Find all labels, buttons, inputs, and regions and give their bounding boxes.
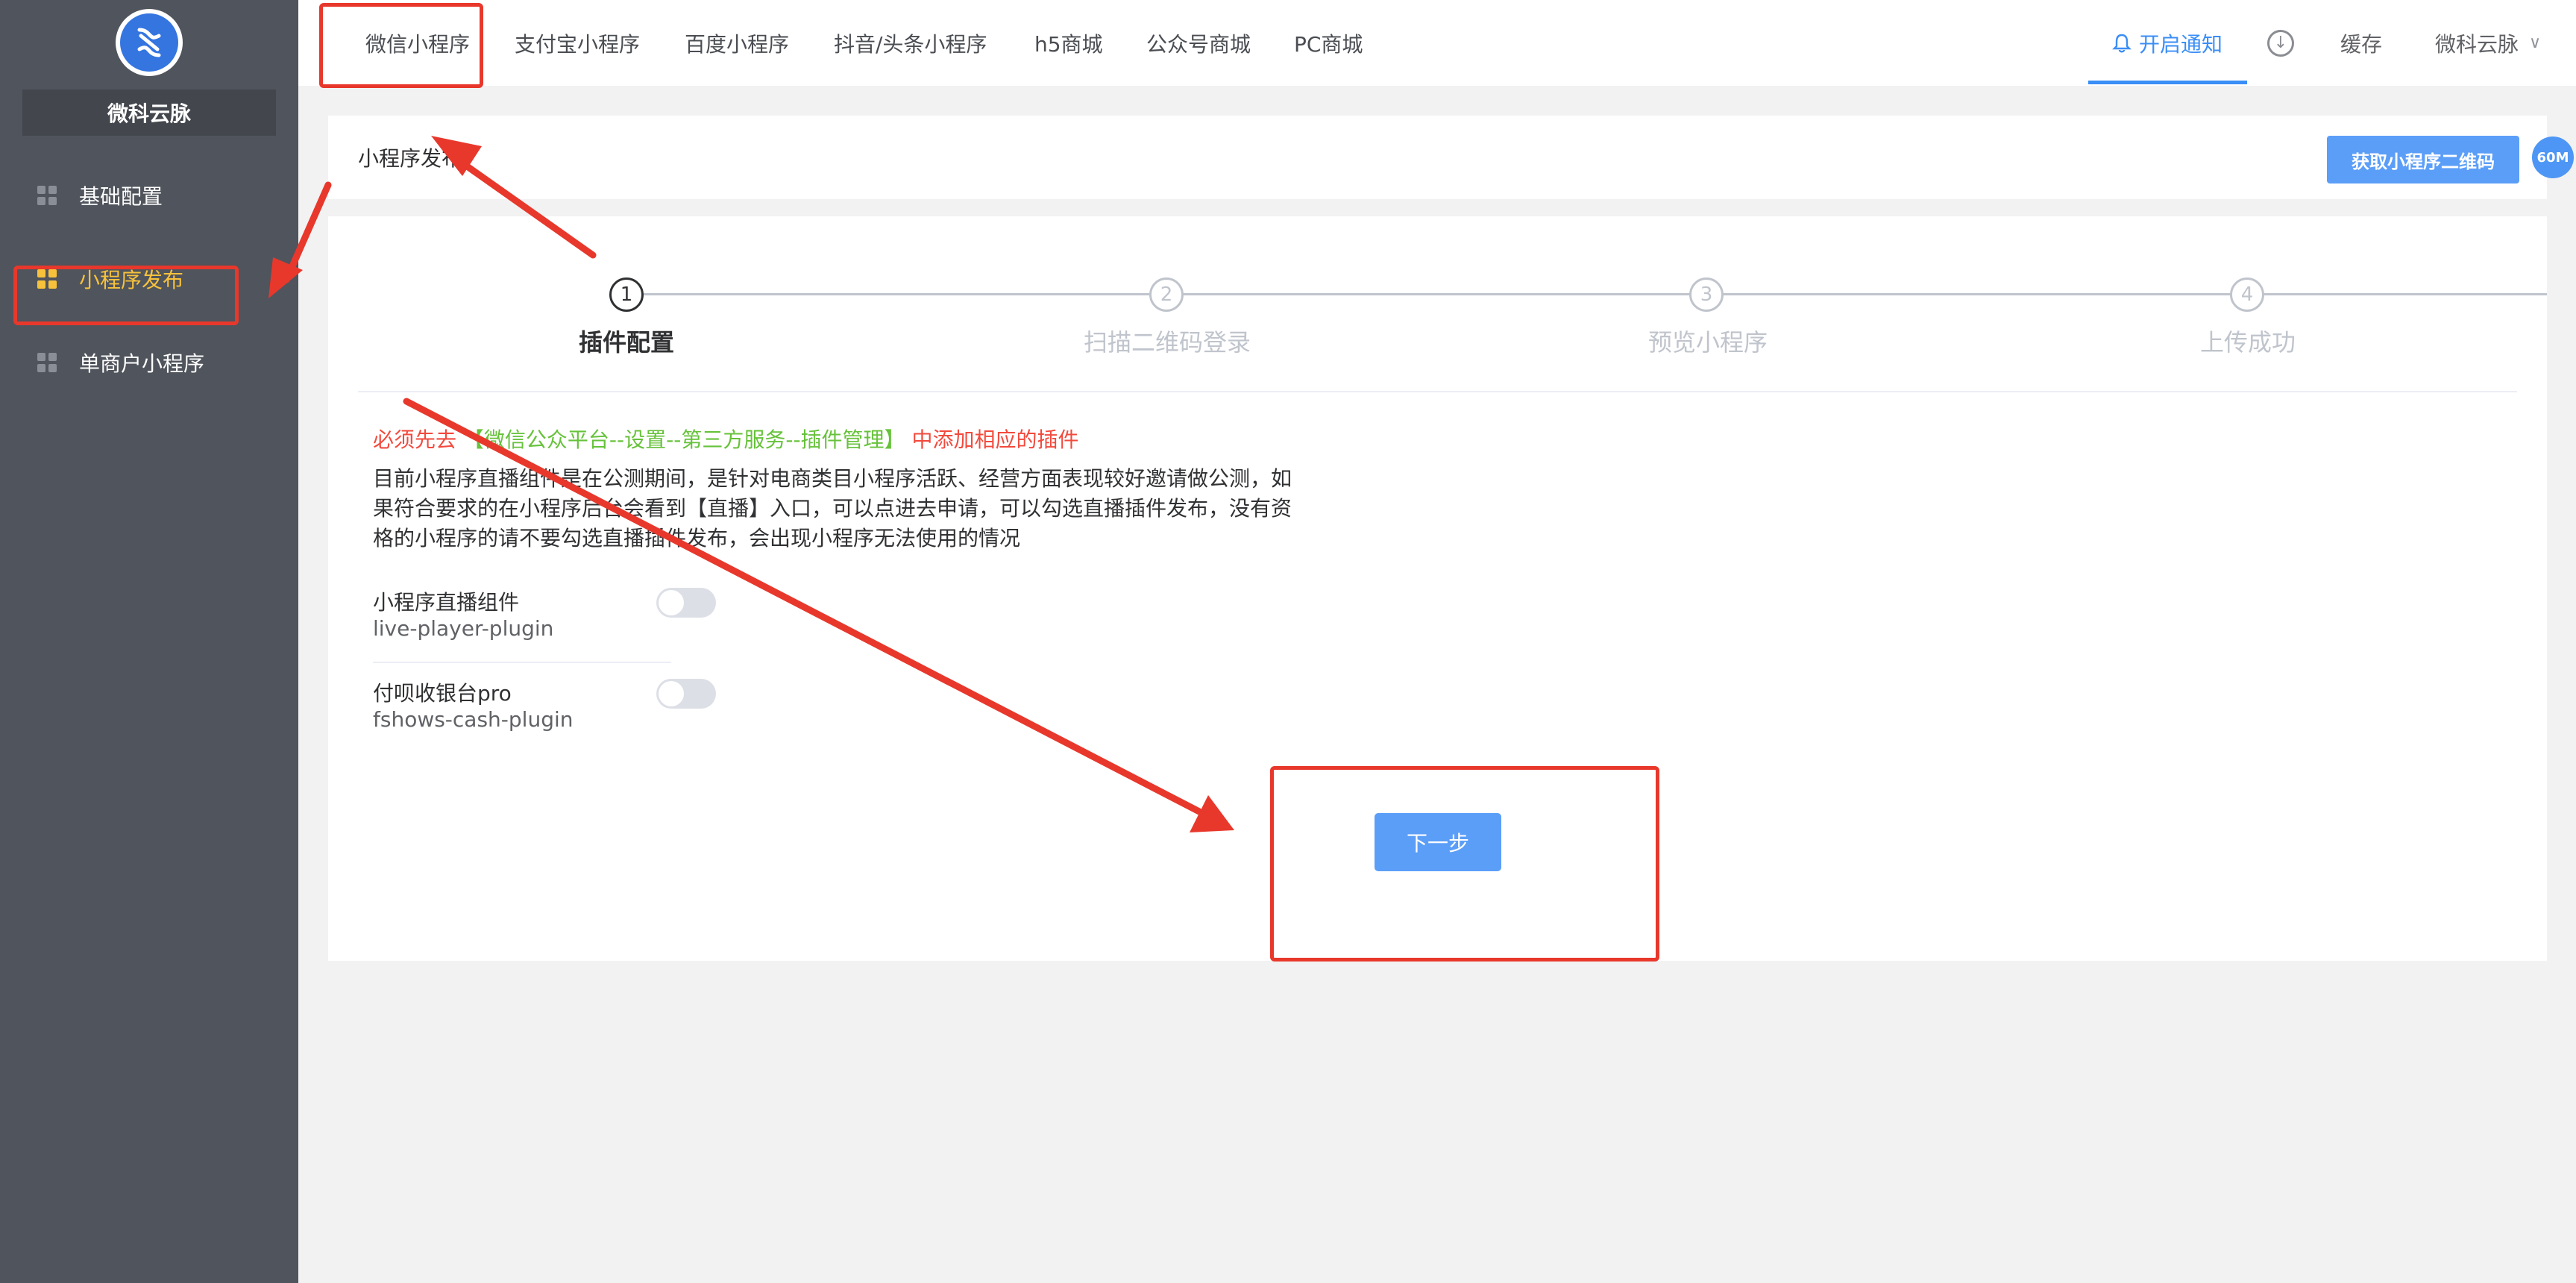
annotation-arrows	[268, 136, 1234, 832]
